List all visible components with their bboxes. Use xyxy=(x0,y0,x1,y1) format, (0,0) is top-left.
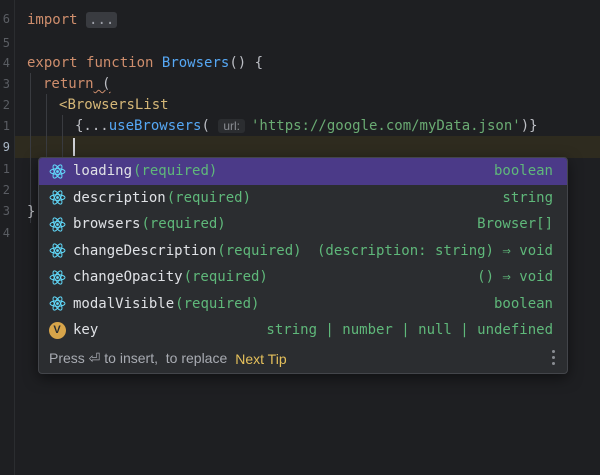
return-paren: ( xyxy=(93,76,111,92)
code-completion-popup[interactable]: loading (required) boolean description (re… xyxy=(38,157,568,374)
keyword-function: function xyxy=(86,55,154,71)
current-line-highlight xyxy=(14,136,600,158)
text-caret xyxy=(73,138,75,156)
jsx-tag-name: BrowsersList xyxy=(67,97,169,113)
code-line-jsx-tag: <BrowsersList xyxy=(59,94,169,116)
react-icon xyxy=(48,268,66,286)
line-number: 3 xyxy=(2,77,10,91)
paren-open: ( xyxy=(201,118,210,134)
parameter-hint: url: xyxy=(218,119,245,133)
completion-item-description[interactable]: description (required) string xyxy=(39,185,567,212)
next-tip-link[interactable]: Next Tip xyxy=(235,351,286,367)
completion-item-loading[interactable]: loading (required) boolean xyxy=(39,158,567,185)
code-line-close-brace: } xyxy=(27,201,35,223)
line-number: 9 xyxy=(2,140,10,154)
completion-item-type: boolean xyxy=(493,295,553,312)
variable-icon: V xyxy=(48,321,66,339)
line-number: 1 xyxy=(2,162,10,176)
completion-item-key[interactable]: V key string | number | null | undefined xyxy=(39,317,567,344)
completion-item-modal-visible[interactable]: modalVisible (required) boolean xyxy=(39,291,567,318)
line-number: 6 xyxy=(2,12,10,26)
completion-list[interactable]: loading (required) boolean description (re… xyxy=(39,158,567,344)
function-name: Browsers xyxy=(161,55,230,71)
completion-item-name: key xyxy=(73,322,99,339)
line-number: 2 xyxy=(2,98,10,112)
folded-imports[interactable]: ... xyxy=(86,12,118,28)
line-number: 5 xyxy=(2,36,10,50)
expression-close: )} xyxy=(520,118,538,134)
completion-item-name: description xyxy=(73,189,166,206)
hook-name: useBrowsers xyxy=(108,118,202,134)
keyword-return: return xyxy=(43,76,94,92)
react-icon xyxy=(48,295,66,313)
react-icon xyxy=(48,242,66,260)
completion-footer: Press ⏎ to insert, to replace Next Tip xyxy=(39,344,567,373)
completion-item-type: (description: string) ⇒ void xyxy=(316,242,553,259)
indent-guide xyxy=(62,115,63,159)
completion-item-change-description[interactable]: changeDescription (required) (description… xyxy=(39,238,567,265)
code-line-spread-props: {...useBrowsers( url: 'https://google.com… xyxy=(75,115,538,137)
code-line-import: import ... xyxy=(27,9,118,31)
react-icon xyxy=(48,215,66,233)
react-icon xyxy=(48,189,66,207)
spread-open: {... xyxy=(75,118,109,134)
line-number: 2 xyxy=(2,183,10,197)
completion-item-browsers[interactable]: browsers (required) Browser[] xyxy=(39,211,567,238)
closing-brace: } xyxy=(27,204,36,220)
completion-item-name: changeDescription xyxy=(73,242,217,259)
completion-item-type: boolean xyxy=(493,163,553,180)
completion-hint-text: Press ⏎ to insert, to replace xyxy=(49,350,228,366)
completion-item-required: (required) xyxy=(183,269,268,286)
completion-item-required: (required) xyxy=(133,163,218,180)
line-number: 1 xyxy=(2,119,10,133)
completion-item-name: modalVisible xyxy=(73,295,175,312)
line-number: 3 xyxy=(2,204,10,218)
url-string: 'https://google.com/myData.json' xyxy=(250,118,521,134)
completion-item-required: (required) xyxy=(166,189,252,206)
completion-item-name: changeOpacity xyxy=(73,269,183,286)
keyword-import: import xyxy=(27,12,78,28)
code-line-return: return ( xyxy=(43,73,110,95)
line-number: 4 xyxy=(2,226,10,240)
react-icon xyxy=(48,162,66,180)
more-options-icon[interactable] xyxy=(552,350,556,365)
completion-item-change-opacity[interactable]: changeOpacity (required) () ⇒ void xyxy=(39,264,567,291)
completion-item-name: loading xyxy=(73,163,133,180)
line-number: 4 xyxy=(2,56,10,70)
completion-item-type: string xyxy=(502,189,553,206)
code-line-function-declaration: export function Browsers() { xyxy=(27,52,263,74)
function-signature-rest: () { xyxy=(229,55,264,71)
completion-item-type: Browser[] xyxy=(477,216,553,233)
completion-item-name: browsers xyxy=(73,216,141,233)
gutter-separator xyxy=(14,0,15,475)
completion-item-required: (required) xyxy=(141,216,226,233)
completion-item-required: (required) xyxy=(175,295,260,312)
completion-item-type: () ⇒ void xyxy=(477,269,553,286)
completion-item-type: string | number | null | undefined xyxy=(266,322,553,339)
keyword-export: export xyxy=(27,55,78,71)
completion-item-required: (required) xyxy=(217,242,302,259)
variable-badge: V xyxy=(48,321,66,339)
